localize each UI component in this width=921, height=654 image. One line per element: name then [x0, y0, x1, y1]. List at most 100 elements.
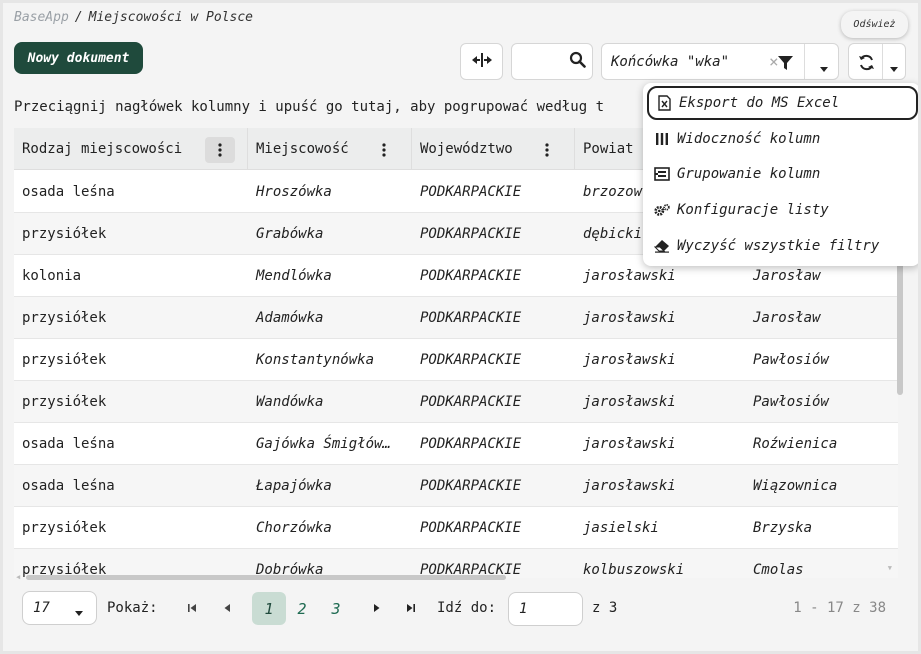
column-header-wojewodztwo[interactable]: Województwo: [412, 128, 575, 170]
filter-field[interactable]: Końcówka "wka" ×: [601, 43, 839, 80]
table-cell: jarosławski: [583, 478, 676, 494]
table-row[interactable]: przysiółek Konstantynówka PODKARPACKIE jaro…: [14, 339, 898, 381]
refresh-dropdown-menu: Eksport do MS Excel Widoczność kolumn Gr…: [643, 83, 918, 266]
table-cell: PODKARPACKIE: [420, 394, 522, 410]
menu-item-list-configurations[interactable]: Konfiguracje listy: [647, 193, 918, 227]
menu-item-export-excel[interactable]: Eksport do MS Excel: [647, 86, 918, 120]
eraser-icon: [653, 237, 671, 255]
table-cell: Konstantynówka: [256, 352, 375, 368]
menu-item-clear-all-filters[interactable]: Wyczyść wszystkie filtry: [647, 229, 918, 263]
table-cell: jasielski: [583, 520, 659, 536]
table-row[interactable]: przysiółek Wandówka PODKARPACKIE jarosławsk…: [14, 381, 898, 423]
menu-item-label: Wyczyść wszystkie filtry: [677, 238, 880, 254]
chevron-down-icon: [74, 605, 84, 621]
scrollbar-thumb[interactable]: [26, 575, 506, 580]
page-3-button[interactable]: 3: [319, 592, 353, 625]
table-cell: osada leśna: [22, 478, 115, 494]
goto-page-value: 1: [519, 601, 528, 617]
refresh-divider: [882, 44, 883, 79]
columns-icon: [653, 130, 671, 148]
resize-columns-icon: [471, 52, 493, 72]
column-menu-icon[interactable]: [205, 137, 235, 163]
table-cell: Pawłosiów: [753, 394, 829, 410]
table-row[interactable]: osada leśna Łapajówka PODKARPACKIE jarosław…: [14, 465, 898, 507]
table-cell: osada leśna: [22, 184, 115, 200]
menu-item-column-grouping[interactable]: Grupowanie kolumn: [647, 157, 918, 191]
goto-page-input[interactable]: 1: [508, 592, 583, 626]
toolbar: Nowy dokument Końcówka "wka" × Odśwież: [3, 3, 918, 93]
goto-label: Idź do:: [437, 600, 497, 616]
menu-item-label: Konfiguracje listy: [677, 202, 829, 218]
column-header-rodzaj[interactable]: Rodzaj miejscowości: [14, 128, 248, 170]
scroll-down-icon[interactable]: ▼: [888, 564, 892, 572]
last-page-icon[interactable]: [404, 601, 418, 615]
group-columns-icon: [653, 165, 671, 183]
column-header-miejscowosc[interactable]: Miejscowość: [248, 128, 412, 170]
table-cell: osada leśna: [22, 436, 115, 452]
table-cell: PODKARPACKIE: [420, 436, 522, 452]
table-cell: Grabówka: [256, 226, 324, 242]
table-cell: przysiółek: [22, 394, 107, 410]
menu-item-column-visibility[interactable]: Widoczność kolumn: [647, 122, 918, 156]
table-cell: Roźwienica: [753, 436, 838, 452]
table-cell: Brzyska: [753, 520, 813, 536]
table-cell: przysiółek: [22, 352, 107, 368]
table-cell: PODKARPACKIE: [420, 226, 522, 242]
page-size-select[interactable]: 17: [22, 591, 97, 625]
table-cell: przysiółek: [22, 226, 107, 242]
table-cell: przysiółek: [22, 310, 107, 326]
table-cell: jarosławski: [583, 310, 676, 326]
table-cell: jarosławski: [583, 394, 676, 410]
new-document-button[interactable]: Nowy dokument: [14, 42, 143, 74]
menu-item-label: Eksport do MS Excel: [679, 95, 840, 111]
app-window: BaseApp / Miejscowości w Polsce Nowy dokum…: [3, 3, 918, 651]
table-cell: PODKARPACKIE: [420, 520, 522, 536]
menu-item-label: Widoczność kolumn: [677, 131, 821, 147]
refresh-icon[interactable]: [858, 54, 875, 75]
next-page-icon[interactable]: [370, 601, 384, 615]
show-label: Pokaż:: [107, 600, 158, 616]
table-cell: Gajówka Śmigłów…: [256, 436, 391, 452]
table-cell: Pawłosiów: [753, 352, 829, 368]
total-pages: z 3: [592, 600, 618, 616]
table-cell: PODKARPACKIE: [420, 352, 522, 368]
chevron-down-icon[interactable]: [819, 58, 829, 77]
table-cell: Adamówka: [256, 310, 324, 326]
table-row[interactable]: przysiółek Adamówka PODKARPACKIE jarosławsk…: [14, 297, 898, 339]
page-2-button[interactable]: 2: [285, 592, 319, 625]
table-cell: jarosławski: [583, 436, 676, 452]
horizontal-scrollbar[interactable]: ◀ ▼: [16, 564, 892, 581]
first-page-icon[interactable]: [185, 601, 199, 615]
table-cell: PODKARPACKIE: [420, 310, 522, 326]
refresh-menu-chevron-icon[interactable]: [889, 58, 899, 77]
filter-divider: [804, 44, 805, 79]
column-header-label: Powiat: [583, 141, 634, 157]
table-row[interactable]: przysiółek Chorzówka PODKARPACKIE jasielski…: [14, 507, 898, 549]
table-cell: Wandówka: [256, 394, 324, 410]
column-header-label: Województwo: [420, 141, 513, 157]
column-header-label: Rodzaj miejscowości: [22, 141, 183, 157]
scroll-left-icon[interactable]: ◀: [16, 573, 20, 581]
page-1-button[interactable]: 1: [252, 592, 286, 625]
resize-columns-button[interactable]: [460, 43, 503, 80]
column-menu-icon[interactable]: [532, 137, 562, 163]
table-cell: Chorzówka: [256, 520, 332, 536]
table-cell: jarosławski: [583, 352, 676, 368]
pagination-bar: 17 Pokaż: 1 2 3 Idź do: 1 z 3 1 - 17 z 3…: [14, 582, 898, 638]
filter-icon[interactable]: [777, 55, 794, 75]
table-row[interactable]: osada leśna Gajówka Śmigłów… PODKARPACKIE j…: [14, 423, 898, 465]
table-cell: Jarosław: [753, 310, 821, 326]
previous-page-icon[interactable]: [220, 601, 234, 615]
column-menu-icon[interactable]: [369, 137, 399, 163]
table-cell: kolonia: [22, 268, 82, 284]
search-input[interactable]: [511, 43, 593, 80]
excel-file-icon: [655, 94, 673, 112]
table-cell: PODKARPACKIE: [420, 184, 522, 200]
column-header-label: Miejscowość: [256, 141, 349, 157]
search-icon[interactable]: [569, 51, 586, 72]
table-cell: PODKARPACKIE: [420, 268, 522, 284]
refresh-split-button[interactable]: [848, 43, 906, 80]
table-cell: Hroszówka: [256, 184, 332, 200]
gears-icon: [653, 201, 671, 219]
group-drop-zone[interactable]: Przeciągnij nagłówek kolumny i upuść go …: [14, 99, 604, 115]
